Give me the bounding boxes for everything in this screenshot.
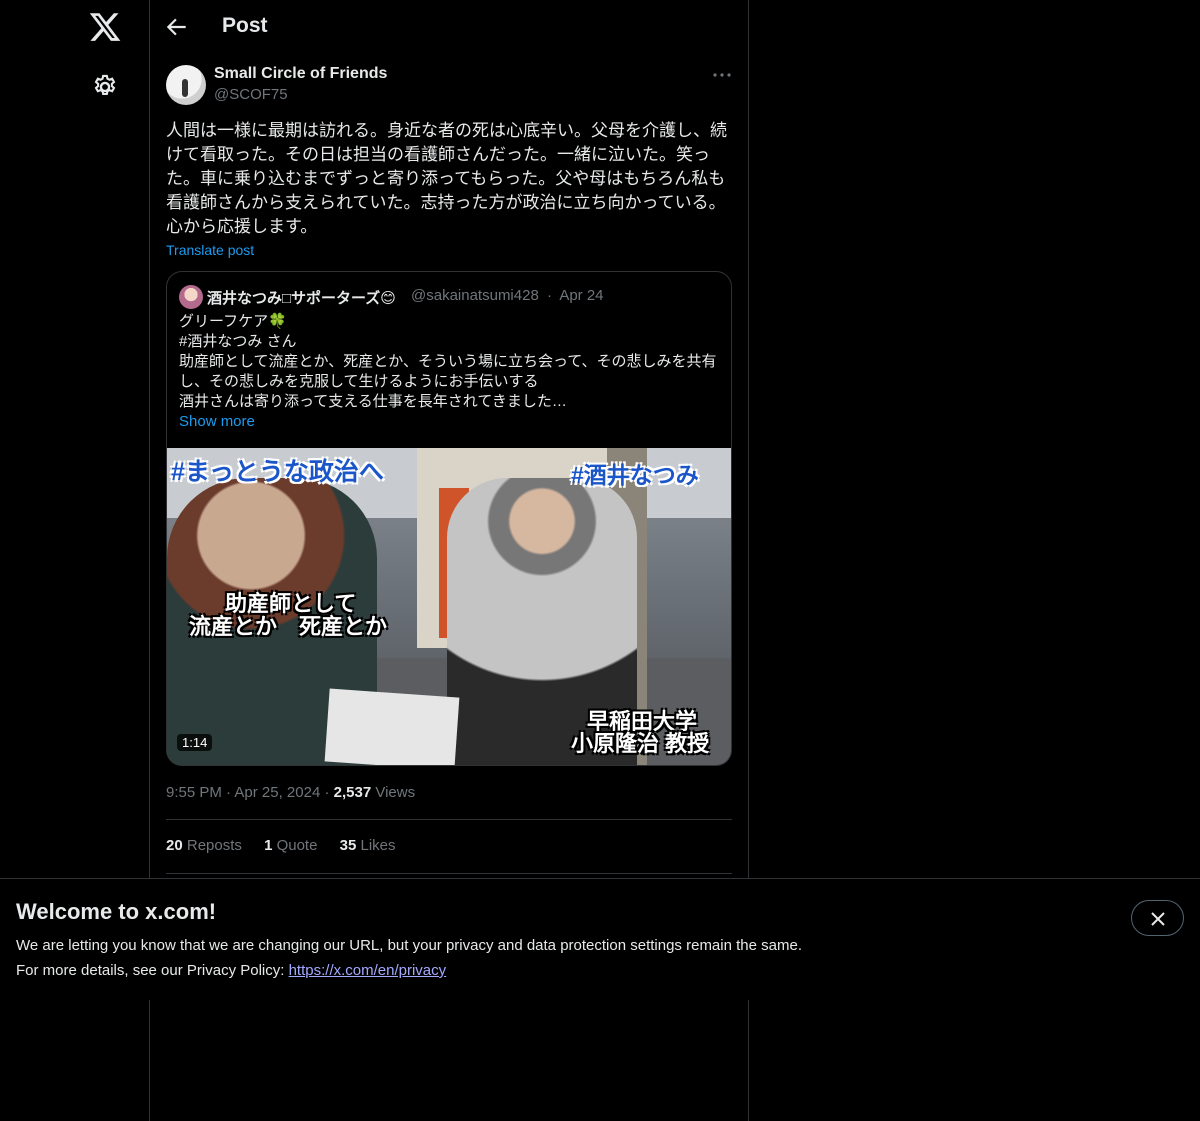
banner-policy-line: For more details, see our Privacy Policy… xyxy=(16,962,446,979)
close-icon xyxy=(1151,912,1165,926)
likes-stat[interactable]: 35 Likes xyxy=(340,837,396,854)
divider xyxy=(166,819,732,820)
banner-title: Welcome to x.com! xyxy=(16,899,217,924)
author-name[interactable]: Small Circle of Friends xyxy=(214,65,387,83)
quote-text: グリーフケア🍀 #酒井なつみ さん 助産師として流産とか、死産とか、そういう場に… xyxy=(179,312,724,412)
likes-count: 35 xyxy=(339,837,357,854)
url-change-banner: Welcome to x.com! We are letting you kno… xyxy=(0,878,1200,1000)
close-banner-button[interactable] xyxy=(1131,900,1184,936)
quotes-count: 1 xyxy=(264,837,273,854)
likes-label: Likes xyxy=(360,837,396,854)
separator-dot: · xyxy=(324,784,334,801)
gear-icon[interactable] xyxy=(91,73,119,101)
quote-line: 助産師として流産とか、死産とか、そういう場に立ち会って、その悲しみを共有し、その… xyxy=(179,353,717,390)
reposts-count: 20 xyxy=(166,837,183,854)
divider xyxy=(166,873,732,874)
overlay-hashtag-right: #酒井なつみ xyxy=(571,462,699,488)
quote-line: グリーフケア🍀 xyxy=(179,313,287,330)
overlay-hashtag-left: #まっとうな政治へ xyxy=(171,458,384,486)
more-horizontal-icon[interactable] xyxy=(710,66,734,84)
caption-right-line2: 小原隆治 教授 xyxy=(571,731,710,756)
views-count: 2,537 xyxy=(333,784,372,801)
quote-line: #酒井なつみ さん xyxy=(179,333,297,350)
views-label: Views xyxy=(375,784,416,801)
quote-avatar[interactable] xyxy=(179,285,203,309)
arrow-left-icon[interactable] xyxy=(164,14,190,40)
quotes-label: Quote xyxy=(276,837,318,854)
banner-policy-text: For more details, see our Privacy Policy… xyxy=(16,962,289,979)
separator-dot: · xyxy=(546,287,552,304)
quotes-stat[interactable]: 1 Quote xyxy=(264,837,317,854)
post-stats: 20 Reposts 1 Quote 35 Likes xyxy=(166,837,414,854)
page-title: Post xyxy=(222,14,268,37)
quote-meta: @sakainatsumi428 · Apr 24 xyxy=(411,287,604,304)
quoted-post[interactable]: 酒井なつみ□サポーターズ😊 @sakainatsumi428 · Apr 24 … xyxy=(166,271,732,766)
reposts-label: Reposts xyxy=(186,837,242,854)
privacy-policy-link[interactable]: https://x.com/en/privacy xyxy=(289,962,447,979)
author-handle[interactable]: @SCOF75 xyxy=(214,86,288,103)
post-date[interactable]: Apr 25, 2024 xyxy=(234,784,320,801)
caption-left-line2: 流産とか 死産とか xyxy=(189,614,388,639)
media-paper xyxy=(324,688,460,765)
reposts-stat[interactable]: 20 Reposts xyxy=(166,837,242,854)
video-duration-badge: 1:14 xyxy=(177,734,213,751)
quote-author-handle[interactable]: @sakainatsumi428 xyxy=(411,287,539,304)
post-timestamp: 9:55 PM · Apr 25, 2024 · 2,537 Views xyxy=(166,784,415,801)
post-text: 人間は一様に最期は訪れる。身近な者の死は心底辛い。父母を介護し、続けて看取った。… xyxy=(166,121,727,236)
translate-post-link[interactable]: Translate post xyxy=(166,242,254,258)
quote-line: 酒井さんは寄り添って支える仕事を長年されてきました… xyxy=(179,393,567,410)
post-time[interactable]: 9:55 PM xyxy=(166,784,222,801)
author-avatar[interactable] xyxy=(166,65,206,105)
quote-author-name[interactable]: 酒井なつみ□サポーターズ😊 xyxy=(207,287,396,308)
x-logo-icon[interactable] xyxy=(88,10,122,44)
video-thumbnail[interactable]: #まっとうな政治へ #酒井なつみ 助産師として 流産とか 死産とか 早稲田大学 … xyxy=(167,448,731,765)
show-more-link[interactable]: Show more xyxy=(179,413,255,430)
post-header: Post xyxy=(150,0,748,54)
banner-message: We are letting you know that we are chan… xyxy=(16,937,802,954)
quote-date[interactable]: Apr 24 xyxy=(559,287,603,304)
